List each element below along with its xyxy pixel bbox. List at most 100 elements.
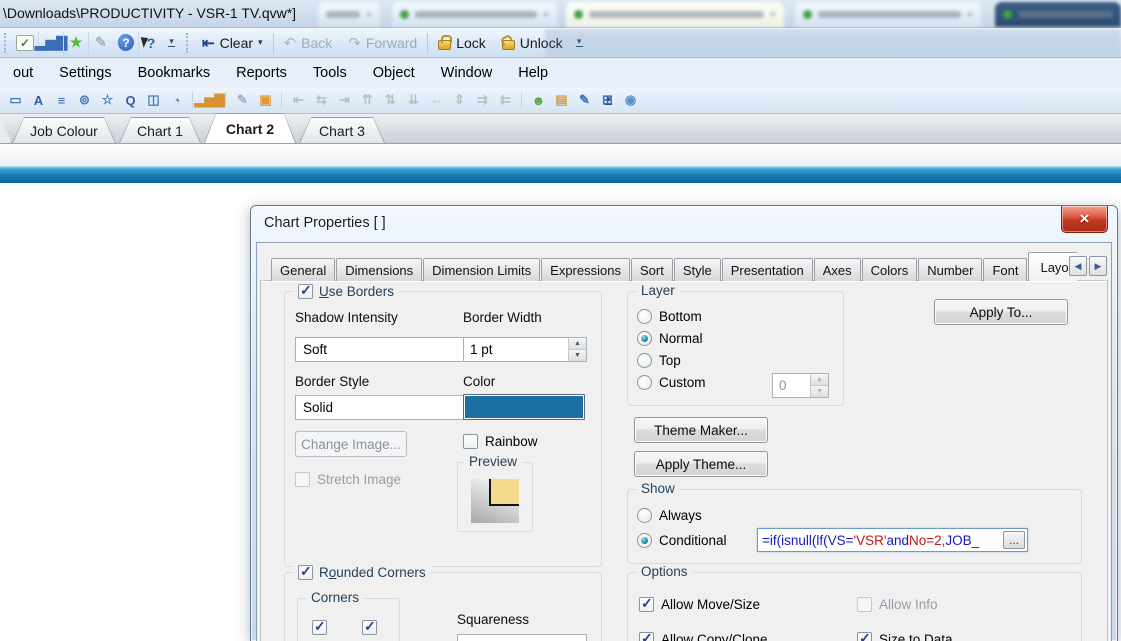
button-object-icon[interactable]: ☆ [96,90,119,110]
shadow-intensity-select[interactable]: Soft ▼ [295,337,480,362]
dialog-tab-number[interactable]: Number [918,258,983,281]
same-height-icon[interactable]: ⇕ [448,90,471,110]
spin-up-icon[interactable]: ▲ [569,338,586,349]
menu-object[interactable]: Object [360,58,428,87]
sheet-tab-chart-3[interactable]: Chart 3 [299,117,385,143]
edit-expression-icon[interactable]: ✎ [573,90,596,110]
whats-this-icon[interactable]: ? [138,31,163,54]
allow-move-size-checkbox[interactable]: Allow Move/Size [639,592,857,618]
tab-scroll-right-button[interactable]: ▶ [1089,256,1107,276]
border-width-spinner[interactable]: 1 pt ▲ ▼ [463,337,587,362]
text-object-icon[interactable]: A [27,90,50,110]
dialog-tab-colors[interactable]: Colors [861,258,918,281]
dialog-tab-axes[interactable]: Axes [813,258,861,281]
edit-notes-icon[interactable]: ✎ [88,31,113,54]
size-to-data-checkbox[interactable]: Size to Data [857,627,1069,641]
menu-layout-partial[interactable]: out [0,58,46,87]
menu-bookmarks[interactable]: Bookmarks [125,58,224,87]
border-style-select[interactable]: Solid ▼ [295,395,480,420]
rainbow-checkbox[interactable] [463,434,478,449]
conditional-expression-input[interactable]: =if(isnull(lf(VS= 'VSR' and No=2, JOB_ ..… [757,528,1028,552]
allow-info-checkbox[interactable]: Allow Info [857,592,1069,618]
align-left-icon[interactable]: ⇤ [281,90,310,110]
layer-top-radio[interactable]: Top [637,349,706,371]
chart-wizard-icon[interactable]: ▂▅▇ [192,90,225,110]
corner-top-right-checkbox[interactable] [362,618,377,635]
toolbar-grip[interactable] [4,32,9,53]
sheet-tab-chart-2[interactable]: Chart 2 [204,113,296,143]
same-width-icon[interactable]: ⇔ [425,90,448,110]
border-color-swatch[interactable] [463,394,585,420]
align-top-icon[interactable]: ⇈ [356,90,379,110]
stretch-image-checkbox[interactable] [295,472,310,487]
space-evenly-icon[interactable]: ⇉ [471,90,494,110]
theme-maker-button[interactable]: Theme Maker... [634,417,768,443]
dialog-titlebar[interactable]: Chart Properties [ ] × [251,206,1117,242]
design-toggle-icon[interactable]: ✓ [16,34,34,51]
rounded-corners-checkbox[interactable] [298,563,313,580]
corner-top-left-checkbox[interactable] [312,618,327,635]
menu-help[interactable]: Help [505,58,561,87]
squareness-field[interactable] [457,634,587,641]
tab-scroll-left-button[interactable]: ◀ [1069,256,1087,276]
background-browser-tab[interactable]: × [795,2,981,27]
sheet-properties-icon[interactable]: ▭ [4,90,27,110]
center-vertical-icon[interactable]: ⇅ [379,90,402,110]
close-button[interactable]: × [1061,206,1108,233]
sheet-tab-chart-1[interactable]: Chart 1 [119,117,201,143]
adjust-off-icon[interactable]: ⇇ [494,90,517,110]
show-always-radio[interactable]: Always [637,503,727,528]
menu-settings[interactable]: Settings [46,58,124,87]
forward-button[interactable]: ↷ Forward [340,31,425,55]
align-bottom-icon[interactable]: ⇊ [402,90,425,110]
change-image-button[interactable]: Change Image... [295,431,407,457]
dialog-tab-presentation[interactable]: Presentation [721,258,813,281]
menu-tools[interactable]: Tools [300,58,360,87]
format-painter-icon[interactable]: ✎ [225,90,254,110]
report-editor-icon[interactable]: ◉ [619,90,642,110]
toolbar-overflow-button[interactable] [602,89,615,113]
dialog-tab-sort[interactable]: Sort [630,258,673,281]
menu-reports[interactable]: Reports [223,58,300,87]
lock-button[interactable]: Lock [430,31,494,55]
dialog-tab-general[interactable]: General [271,258,336,281]
layer-bottom-radio[interactable]: Bottom [637,305,706,327]
search-object-icon[interactable]: Q [119,90,142,110]
toolbar-overflow-button[interactable] [165,31,178,55]
dialog-tab-dimension-limits[interactable]: Dimension Limits [423,258,541,281]
dialog-tab-dimensions[interactable]: Dimensions [336,258,423,281]
statistics-box-icon[interactable]: ⊚ [73,90,96,110]
edit-script-icon[interactable]: ☻ [521,90,550,110]
show-conditional-radio[interactable]: Conditional [637,528,727,553]
dialog-tab-style[interactable]: Style [673,258,721,281]
current-selections-icon[interactable]: ◔ [165,90,188,110]
help-icon[interactable]: ? [117,34,134,51]
layer-custom-spinner[interactable]: 0 ▲ ▼ [772,373,829,398]
background-browser-tab[interactable]: × [566,2,784,27]
layer-custom-radio[interactable]: Custom [637,371,706,393]
background-browser-tab[interactable]: × [392,2,557,27]
add-bookmark-star-icon[interactable]: ★ [63,31,88,54]
list-box-icon[interactable]: ≡ [50,90,73,110]
center-horizontal-icon[interactable]: ⇆ [310,90,333,110]
background-browser-tab[interactable] [995,2,1121,27]
paste-clipboard-icon[interactable]: ▤ [550,90,573,110]
apply-theme-button[interactable]: Apply Theme... [634,451,768,477]
menu-window[interactable]: Window [428,58,506,87]
dialog-tab-font[interactable]: Font [983,258,1028,281]
allow-copy-clone-checkbox[interactable]: Allow Copy/Clone [639,627,857,641]
container-object-icon[interactable]: ◫ [142,90,165,110]
dialog-tab-expressions[interactable]: Expressions [541,258,630,281]
align-right-icon[interactable]: ⇥ [333,90,356,110]
layer-normal-radio[interactable]: Normal [637,327,706,349]
expression-editor-button[interactable]: ... [1003,531,1025,549]
apply-to-button[interactable]: Apply To... [934,299,1068,325]
quick-chart-wizard-icon[interactable]: ▂▅▇ [35,31,67,54]
spin-down-icon[interactable]: ▼ [811,385,828,397]
toolbar-grip[interactable] [186,32,191,53]
stretch-image-checkbox-row[interactable]: Stretch Image [295,472,401,487]
sheet-tab-job-colour[interactable]: Job Colour [12,117,116,143]
clear-button[interactable]: ⇤ Clear ▾ [194,31,271,55]
rainbow-checkbox-row[interactable]: Rainbow [463,434,538,449]
spin-up-icon[interactable]: ▲ [811,374,828,385]
